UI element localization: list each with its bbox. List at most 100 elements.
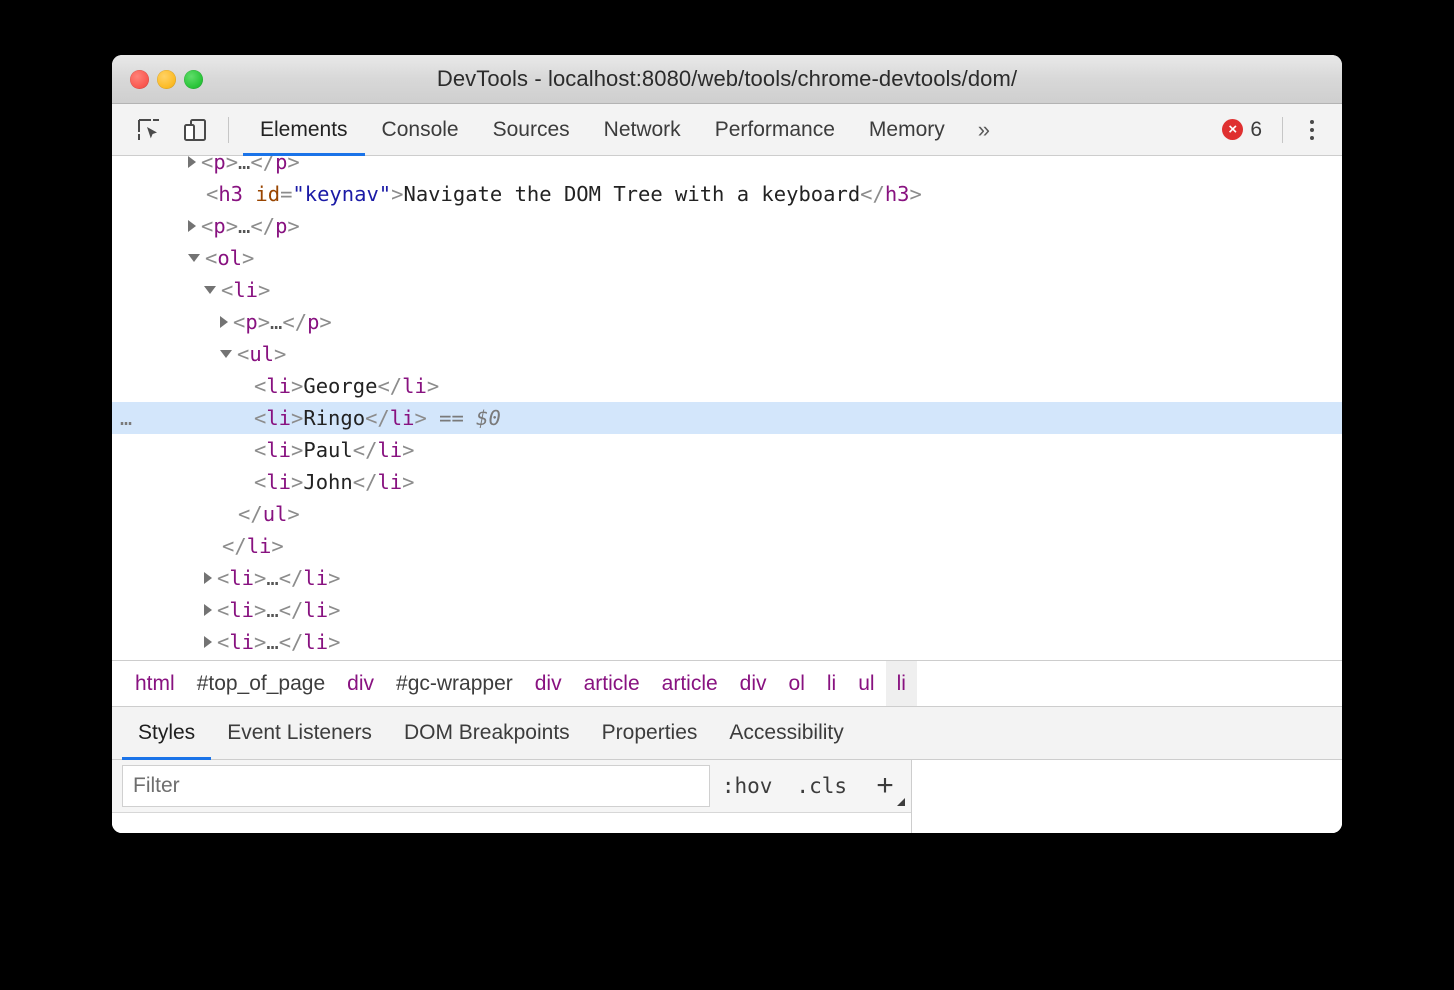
dom-tree[interactable]: <p>…</p><h3 id="keynav">Navigate the DOM… (112, 156, 1342, 660)
tab-console[interactable]: Console (365, 104, 476, 155)
tab-event-listeners[interactable]: Event Listeners (211, 707, 388, 759)
tab-network[interactable]: Network (587, 104, 698, 155)
node-token-txt: John (303, 466, 352, 498)
minimize-window-button[interactable] (157, 70, 176, 89)
new-style-rule-button[interactable]: + (859, 760, 911, 813)
node-token-br: > (287, 156, 299, 178)
dom-node-row-selected[interactable]: …<li>Ringo</li> == $0 (112, 402, 1342, 434)
more-tabs-label: » (978, 117, 990, 143)
node-token-tag: h3 (218, 178, 243, 210)
chevron-down-icon[interactable] (188, 254, 200, 262)
dom-node-row[interactable]: <ul> (112, 338, 1342, 370)
node-token-br: </ (279, 594, 304, 626)
node-token-br: < (217, 626, 229, 658)
breadcrumb-item-label: article (662, 672, 718, 696)
node-token-ell: … (266, 562, 278, 594)
chevron-right-icon[interactable] (204, 604, 212, 616)
node-token-sp (243, 178, 255, 210)
node-token-txt: Ringo (303, 402, 365, 434)
dom-node-row[interactable]: <li>Paul</li> (112, 434, 1342, 466)
tab-styles[interactable]: Styles (122, 707, 211, 759)
tab-dom-breakpoints[interactable]: DOM Breakpoints (388, 707, 586, 759)
dom-node-row[interactable]: <li> (112, 274, 1342, 306)
chevron-right-icon[interactable] (204, 572, 212, 584)
tab-elements[interactable]: Elements (243, 104, 365, 155)
node-token-tag: ul (263, 498, 288, 530)
node-token-br: > (254, 562, 266, 594)
dom-node-row[interactable]: <li>George</li> (112, 370, 1342, 402)
node-token-tag: p (213, 156, 225, 178)
dom-node-row[interactable]: <h3 id="keynav">Navigate the DOM Tree wi… (112, 178, 1342, 210)
breadcrumb-item-div[interactable]: div (524, 661, 573, 706)
chevron-right-icon[interactable] (220, 316, 228, 328)
node-token-val: "keynav" (292, 178, 391, 210)
node-token-br: > (242, 242, 254, 274)
dom-node-row[interactable]: <p>…</p> (112, 210, 1342, 242)
dom-node-row[interactable]: </li> (112, 530, 1342, 562)
sidebar-tabs: Styles Event Listeners DOM Breakpoints P… (112, 707, 1342, 760)
chevron-right-icon[interactable] (204, 636, 212, 648)
node-token-br: > (391, 178, 403, 210)
node-token-tag: p (213, 210, 225, 242)
dom-node-row[interactable]: <ol> (112, 242, 1342, 274)
dom-node-row[interactable]: <li>John</li> (112, 466, 1342, 498)
chevron-down-icon[interactable] (220, 350, 232, 358)
breadcrumb-item-li[interactable]: li (886, 661, 917, 706)
node-token-br: > (328, 658, 340, 660)
error-count-badge[interactable]: × 6 (1214, 118, 1270, 142)
dom-node-row[interactable]: <p>…</p> (112, 306, 1342, 338)
more-options-icon[interactable] (1296, 113, 1328, 147)
tab-performance-label: Performance (715, 118, 835, 142)
dom-node-row[interactable]: <li>…</li> (112, 562, 1342, 594)
styles-pane-left: :hov .cls + (112, 760, 912, 833)
chevron-down-icon[interactable] (204, 286, 216, 294)
toolbar-right: × 6 (1214, 113, 1342, 147)
node-twisty-spacer (236, 482, 249, 483)
node-token-br: < (237, 338, 249, 370)
breadcrumb-item-article[interactable]: article (573, 661, 651, 706)
tab-elements-label: Elements (260, 118, 348, 142)
breadcrumb-item-html[interactable]: html (124, 661, 186, 706)
tab-performance[interactable]: Performance (698, 104, 852, 155)
breadcrumb-item-ul[interactable]: ul (847, 661, 885, 706)
breadcrumb-item-label: div (740, 672, 767, 696)
hov-toggle-button[interactable]: :hov (710, 774, 785, 798)
node-token-br: </ (250, 156, 275, 178)
breadcrumb-item-li[interactable]: li (816, 661, 847, 706)
breadcrumb-item-ol[interactable]: ol (778, 661, 816, 706)
tab-properties[interactable]: Properties (586, 707, 714, 759)
breadcrumb-item-div[interactable]: div (336, 661, 385, 706)
dom-node-row[interactable]: <li>…</li> (112, 594, 1342, 626)
chevron-right-icon[interactable] (188, 220, 196, 232)
tab-sources[interactable]: Sources (476, 104, 587, 155)
tab-accessibility[interactable]: Accessibility (713, 707, 859, 759)
node-token-br: > (328, 594, 340, 626)
cls-toggle-button[interactable]: .cls (784, 774, 859, 798)
more-tabs-icon[interactable]: » (962, 104, 1006, 155)
styles-filter-input[interactable] (122, 765, 710, 807)
breadcrumb-item-div[interactable]: div (729, 661, 778, 706)
dom-node-row[interactable]: <p>…</p> (112, 156, 1342, 178)
tab-memory[interactable]: Memory (852, 104, 962, 155)
zoom-window-button[interactable] (184, 70, 203, 89)
node-token-tag: ul (249, 338, 274, 370)
breadcrumb-item-topofpage[interactable]: #top_of_page (186, 661, 336, 706)
dom-node-row[interactable]: </ul> (112, 498, 1342, 530)
node-token-br: </ (222, 530, 247, 562)
device-toolbar-icon[interactable] (178, 113, 212, 147)
dom-node-row[interactable]: <li>…</li> (112, 626, 1342, 658)
breadcrumb-item-gc-wrapper[interactable]: #gc-wrapper (385, 661, 524, 706)
node-gutter-ellipsis: … (120, 402, 133, 434)
dom-node-row[interactable]: <li>…</li> (112, 658, 1342, 660)
node-token-tag: li (266, 434, 291, 466)
breadcrumb-item-label: li (897, 672, 906, 696)
node-token-br: < (221, 274, 233, 306)
node-token-br: < (201, 210, 213, 242)
chevron-right-icon[interactable] (188, 156, 196, 168)
close-window-button[interactable] (130, 70, 149, 89)
breadcrumb-item-article[interactable]: article (651, 661, 729, 706)
inspect-element-icon[interactable] (132, 113, 166, 147)
node-token-br: > (427, 370, 439, 402)
node-token-br: > (291, 370, 303, 402)
breadcrumb-item-label: article (584, 672, 640, 696)
